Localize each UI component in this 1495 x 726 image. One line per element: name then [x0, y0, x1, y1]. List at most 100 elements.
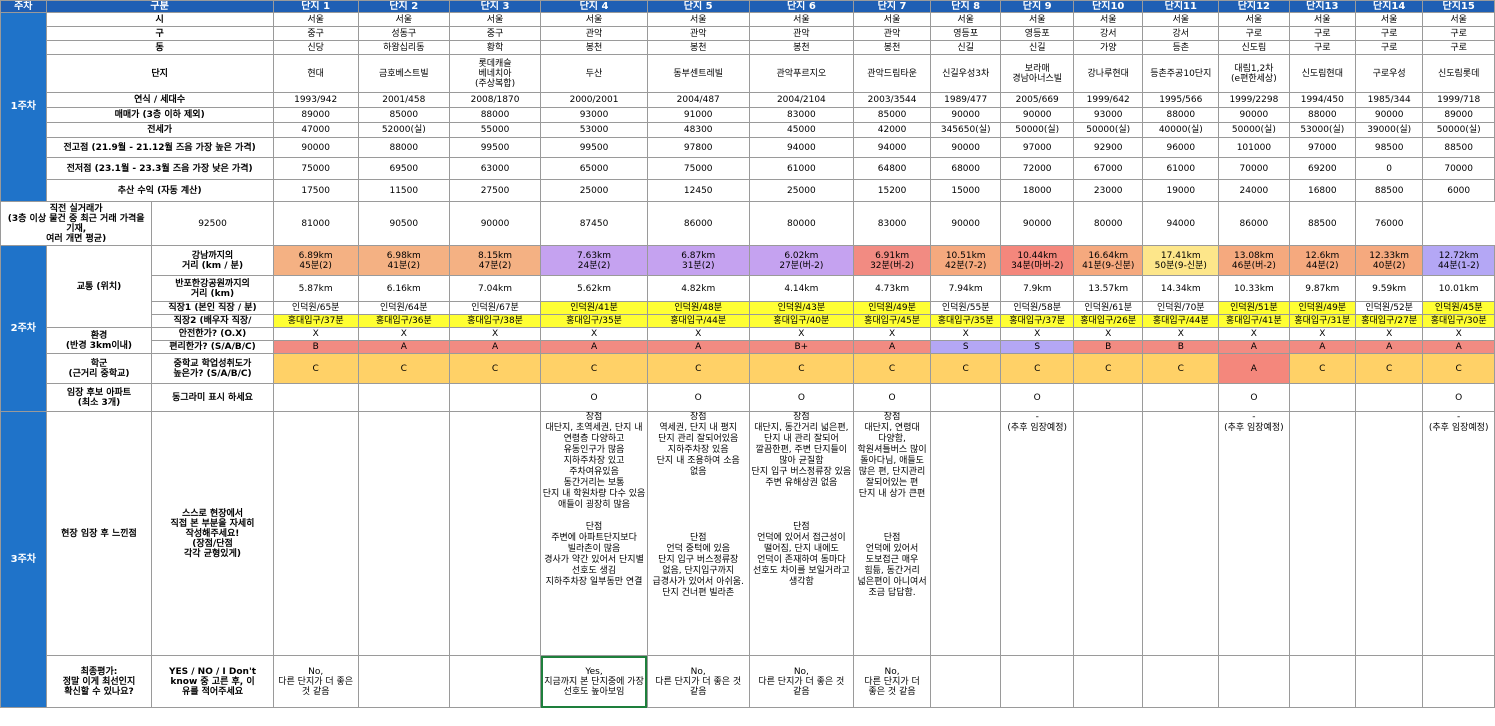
sale-cell[interactable]: 88000 — [448, 107, 542, 123]
school-cell[interactable]: C — [853, 353, 931, 384]
visit-cell[interactable] — [357, 383, 450, 412]
sale-cell[interactable]: 90000 — [929, 107, 1002, 123]
school-cell[interactable]: C — [272, 353, 359, 384]
low-cell[interactable]: 0 — [1354, 157, 1424, 180]
complex-cell[interactable]: 현대 — [272, 54, 359, 93]
gu-cell[interactable]: 구로 — [1218, 26, 1290, 41]
sale-cell[interactable]: 85000 — [357, 107, 450, 123]
peak-cell[interactable]: 97000 — [1000, 137, 1074, 158]
rent-cell[interactable]: 47000 — [272, 122, 359, 138]
profit-cell[interactable]: 23000 — [1072, 179, 1144, 202]
gu-cell[interactable]: 관악 — [853, 26, 931, 41]
recent-cell[interactable]: 88500 — [1288, 201, 1356, 246]
job1-cell[interactable]: 인덕원/58분 — [1000, 301, 1074, 315]
recent-cell[interactable]: 76000 — [1354, 201, 1424, 246]
safe-cell[interactable]: X — [1142, 327, 1220, 341]
feel-cell[interactable] — [448, 411, 542, 656]
profit-cell[interactable]: 15200 — [853, 179, 931, 202]
job1-cell[interactable]: 인덕원/70분 — [1142, 301, 1220, 315]
final-cell[interactable] — [448, 655, 542, 708]
peak-cell[interactable]: 92900 — [1072, 137, 1144, 158]
conv-cell[interactable]: A — [1354, 340, 1424, 354]
job2-cell[interactable]: 홍대입구/36분 — [357, 314, 450, 328]
recent-cell[interactable]: 81000 — [272, 201, 359, 246]
sale-cell[interactable]: 85000 — [853, 107, 931, 123]
school-cell[interactable]: C — [1354, 353, 1424, 384]
feel-cell[interactable]: 장점 대단지, 연령대 다양함, 학원셔틀버스 많이 돌아다님, 애들도 많은 … — [853, 411, 931, 656]
rent-cell[interactable]: 50000(실) — [1422, 122, 1495, 138]
gangnam-cell[interactable]: 6.89km 45분(2) — [272, 245, 359, 276]
peak-cell[interactable]: 97800 — [646, 137, 750, 158]
final-cell[interactable] — [357, 655, 450, 708]
dong-cell[interactable]: 구로 — [1422, 40, 1495, 55]
year-cell[interactable]: 2008/1870 — [448, 92, 542, 108]
job1-cell[interactable]: 인덕원/43분 — [748, 301, 855, 315]
peak-cell[interactable]: 101000 — [1218, 137, 1290, 158]
gu-cell[interactable]: 관악 — [646, 26, 750, 41]
safe-cell[interactable]: X — [929, 327, 1002, 341]
school-cell[interactable]: C — [929, 353, 1002, 384]
feel-cell[interactable] — [929, 411, 1002, 656]
safe-cell[interactable]: X — [1288, 327, 1356, 341]
dong-cell[interactable]: 신당 — [272, 40, 359, 55]
final-cell[interactable]: No, 다른 단지가 더 좋은 것 같음 — [646, 655, 750, 708]
conv-cell[interactable]: A — [357, 340, 450, 354]
recent-cell[interactable]: 90000 — [1000, 201, 1074, 246]
rent-cell[interactable]: 50000(실) — [1218, 122, 1290, 138]
feel-cell[interactable]: 장점 대단지, 초역세권, 단지 내 연령층 다양하고 유동인구가 많음 지하주… — [540, 411, 648, 656]
low-cell[interactable]: 69200 — [1288, 157, 1356, 180]
visit-cell[interactable]: O — [646, 383, 750, 412]
low-cell[interactable]: 64800 — [853, 157, 931, 180]
school-cell[interactable]: C — [646, 353, 750, 384]
peak-cell[interactable]: 96000 — [1142, 137, 1220, 158]
low-cell[interactable]: 63000 — [448, 157, 542, 180]
gu-cell[interactable]: 강서 — [1142, 26, 1220, 41]
gangnam-cell[interactable]: 6.87km 31분(2) — [646, 245, 750, 276]
conv-cell[interactable]: A — [853, 340, 931, 354]
conv-cell[interactable]: S — [1000, 340, 1074, 354]
recent-cell[interactable]: 87450 — [540, 201, 648, 246]
sale-cell[interactable]: 91000 — [646, 107, 750, 123]
year-cell[interactable]: 1989/477 — [929, 92, 1002, 108]
city-cell[interactable]: 서울 — [853, 12, 931, 27]
safe-cell[interactable]: X — [1218, 327, 1290, 341]
dong-cell[interactable]: 가양 — [1072, 40, 1144, 55]
profit-cell[interactable]: 18000 — [1000, 179, 1074, 202]
gangnam-cell[interactable]: 10.44km 34분(마버-2) — [1000, 245, 1074, 276]
recent-cell[interactable]: 90500 — [357, 201, 450, 246]
job2-cell[interactable]: 홍대입구/44분 — [646, 314, 750, 328]
final-cell[interactable]: Yes, 지금까지 본 단지중에 가장 선호도 높아보임 — [540, 655, 648, 708]
job2-cell[interactable]: 홍대입구/41분 — [1218, 314, 1290, 328]
river-cell[interactable]: 9.59km — [1354, 275, 1424, 302]
river-cell[interactable]: 5.87km — [272, 275, 359, 302]
profit-cell[interactable]: 19000 — [1142, 179, 1220, 202]
low-cell[interactable]: 75000 — [272, 157, 359, 180]
final-cell[interactable] — [1218, 655, 1290, 708]
dong-cell[interactable]: 봉천 — [540, 40, 648, 55]
city-cell[interactable]: 서울 — [272, 12, 359, 27]
visit-cell[interactable] — [929, 383, 1002, 412]
complex-cell[interactable]: 신길우성3차 — [929, 54, 1002, 93]
sale-cell[interactable]: 93000 — [1072, 107, 1144, 123]
final-cell[interactable] — [1142, 655, 1220, 708]
job2-cell[interactable]: 홍대입구/45분 — [853, 314, 931, 328]
low-cell[interactable]: 67000 — [1072, 157, 1144, 180]
gangnam-cell[interactable]: 6.98km 41분(2) — [357, 245, 450, 276]
sale-cell[interactable]: 90000 — [1354, 107, 1424, 123]
safe-cell[interactable]: X — [646, 327, 750, 341]
conv-cell[interactable]: A — [1422, 340, 1495, 354]
profit-cell[interactable]: 11500 — [357, 179, 450, 202]
low-cell[interactable]: 75000 — [646, 157, 750, 180]
recent-cell[interactable]: 92500 — [151, 201, 274, 246]
recent-cell[interactable]: 86000 — [646, 201, 750, 246]
safe-cell[interactable]: X — [1422, 327, 1495, 341]
conv-cell[interactable]: A — [448, 340, 542, 354]
feel-cell[interactable] — [1072, 411, 1144, 656]
year-cell[interactable]: 2000/2001 — [540, 92, 648, 108]
complex-cell[interactable]: 보라매 경남아너스빌 — [1000, 54, 1074, 93]
gangnam-cell[interactable]: 16.64km 41분(9-신분) — [1072, 245, 1144, 276]
complex-cell[interactable]: 롯데캐슬 베네치아 (주상복합) — [448, 54, 542, 93]
final-cell[interactable] — [929, 655, 1002, 708]
dong-cell[interactable]: 신길 — [1000, 40, 1074, 55]
city-cell[interactable]: 서울 — [357, 12, 450, 27]
